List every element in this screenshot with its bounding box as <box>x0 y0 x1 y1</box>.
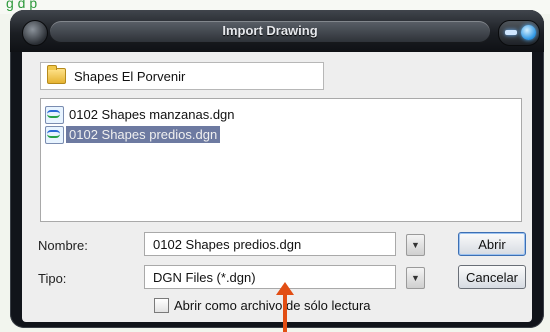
file-list[interactable]: 0102 Shapes manzanas.dgn 0102 Shapes pre… <box>40 98 522 222</box>
minimize-icon[interactable] <box>505 30 517 35</box>
tipo-label: Tipo: <box>38 271 67 286</box>
dgn-file-icon <box>45 105 64 124</box>
dgn-file-icon <box>45 125 64 144</box>
readonly-checkbox-label: Abrir como archivo de sólo lectura <box>174 298 371 313</box>
import-drawing-dialog: Import Drawing Shapes El Porvenir 0102 S… <box>10 10 544 328</box>
title-bar[interactable]: Import Drawing <box>10 10 544 52</box>
window-controls <box>498 20 540 46</box>
file-type-select[interactable]: DGN Files (*.dgn) <box>144 265 396 289</box>
file-list-item-predios[interactable]: 0102 Shapes predios.dgn <box>45 125 221 144</box>
current-folder-name: Shapes El Porvenir <box>74 68 186 84</box>
file-type-dropdown-chevron-down-icon[interactable]: ▼ <box>406 267 425 289</box>
file-name: 0102 Shapes predios.dgn <box>66 126 221 143</box>
close-icon[interactable] <box>521 25 536 40</box>
file-name-dropdown-chevron-down-icon[interactable]: ▼ <box>406 234 425 256</box>
file-name-input[interactable]: 0102 Shapes predios.dgn <box>144 232 396 256</box>
dialog-title: Import Drawing <box>222 23 318 38</box>
annotation-arrow-shaft <box>283 294 287 332</box>
window-menu-orb-icon[interactable] <box>22 20 48 46</box>
file-list-item-manzanas[interactable]: 0102 Shapes manzanas.dgn <box>45 105 238 124</box>
file-name: 0102 Shapes manzanas.dgn <box>69 107 235 122</box>
cancel-button[interactable]: Cancelar <box>458 265 526 289</box>
folder-icon <box>47 65 66 84</box>
open-button[interactable]: Abrir <box>458 232 526 256</box>
nombre-label: Nombre: <box>38 238 88 253</box>
current-folder-field[interactable]: Shapes El Porvenir <box>40 62 324 90</box>
readonly-checkbox[interactable] <box>154 298 169 313</box>
